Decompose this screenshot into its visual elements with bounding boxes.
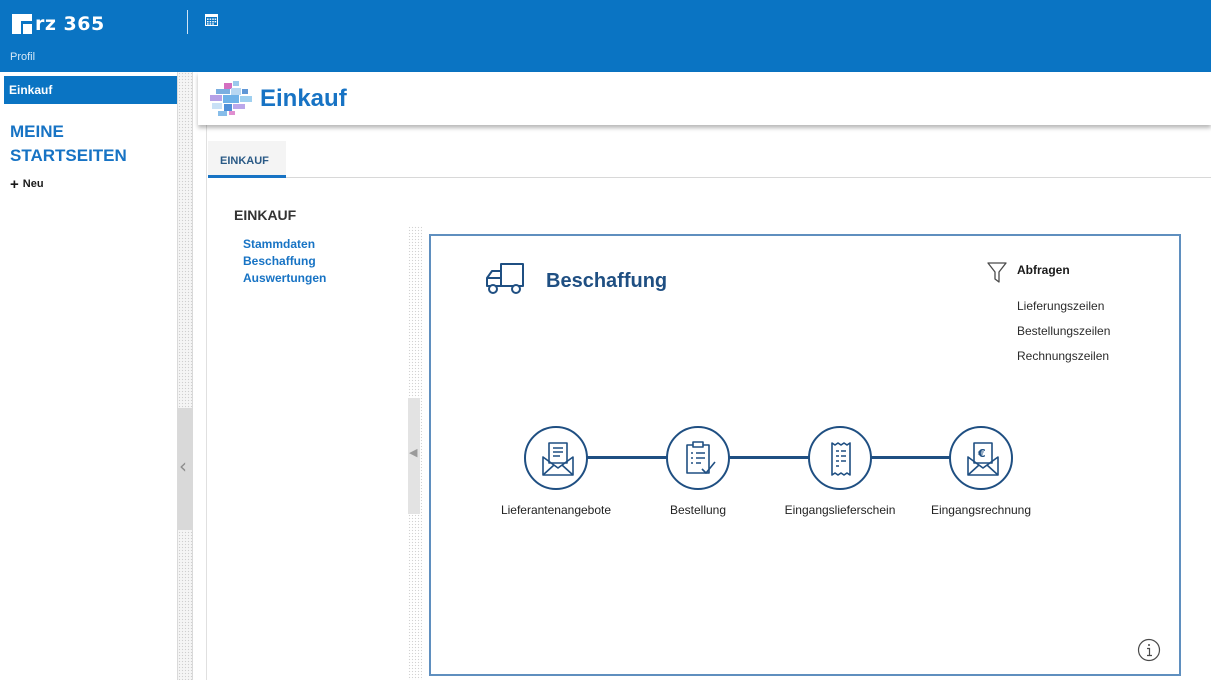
sidebar-item-einkauf[interactable]: Einkauf [4, 76, 177, 104]
step-eingangslieferschein[interactable] [808, 426, 872, 490]
plus-icon: + [10, 175, 19, 193]
tab-divider [286, 177, 1211, 178]
calendar-icon[interactable] [205, 13, 218, 31]
funnel-icon [987, 262, 1007, 289]
step-bestellung[interactable] [666, 426, 730, 490]
section-title: EINKAUF [234, 207, 297, 223]
queries-title: Abfragen [1017, 263, 1070, 277]
page-title: Einkauf [260, 85, 347, 112]
link-stammdaten[interactable]: Stammdaten [243, 236, 326, 253]
sidebar-splitter[interactable]: ‹ [177, 72, 193, 680]
panel-title: Beschaffung [546, 270, 668, 292]
my-start-pages-heading[interactable]: MEINE STARTSEITEN [10, 120, 175, 168]
clipboard-check-icon [686, 441, 716, 474]
step-lieferantenangebote[interactable] [524, 426, 588, 490]
content-splitter[interactable]: ◀ [408, 226, 422, 680]
query-lieferungszeilen[interactable]: Lieferungszeilen [1017, 294, 1110, 319]
collapse-nav-handle[interactable]: ◀ [408, 398, 420, 514]
einkauf-module-icon [206, 80, 256, 123]
collapse-sidebar-handle[interactable]: ‹ [178, 408, 193, 530]
step-eingangsrechnung[interactable]: € [949, 426, 1013, 490]
chevron-left-icon: ‹ [179, 454, 187, 478]
envelope-euro-icon: € [967, 442, 999, 476]
new-page-label: Neu [22, 178, 44, 190]
query-rechnungszeilen[interactable]: Rechnungszeilen [1017, 344, 1110, 369]
app-logo[interactable]: rz 365 [12, 13, 105, 35]
tab-einkauf[interactable]: EINKAUF [208, 141, 286, 178]
triangle-left-icon: ◀ [409, 447, 418, 459]
queries-list: Lieferungszeilen Bestellungszeilen Rechn… [1017, 294, 1110, 369]
info-icon[interactable] [1137, 638, 1161, 667]
page-header: Einkauf [198, 72, 1211, 125]
logo-mark-icon [12, 14, 32, 34]
link-auswertungen[interactable]: Auswertungen [243, 270, 326, 287]
svg-text:€: € [977, 447, 986, 460]
top-divider [187, 10, 188, 34]
truck-icon [485, 262, 525, 301]
logo-text: rz 365 [35, 13, 105, 35]
process-panel: Beschaffung Abfragen Lieferungszeilen Be… [429, 234, 1181, 676]
top-bar: rz 365 Profil [0, 0, 1211, 72]
sidebar: Einkauf MEINE STARTSEITEN + Neu [0, 72, 177, 680]
receipt-icon [831, 442, 851, 476]
section-links: Stammdaten Beschaffung Auswertungen [243, 236, 326, 287]
new-page-button[interactable]: + Neu [10, 175, 44, 193]
heading-line-1: MEINE [10, 122, 64, 141]
profile-link[interactable]: Profil [10, 51, 35, 63]
query-bestellungszeilen[interactable]: Bestellungszeilen [1017, 319, 1110, 344]
link-beschaffung[interactable]: Beschaffung [243, 253, 326, 270]
process-flow-line [585, 456, 1009, 459]
envelope-document-icon [542, 442, 574, 476]
content-edge [193, 72, 207, 680]
heading-line-2: STARTSEITEN [10, 146, 127, 165]
step-label-eingangsrechnung: Eingangsrechnung [930, 503, 1032, 517]
